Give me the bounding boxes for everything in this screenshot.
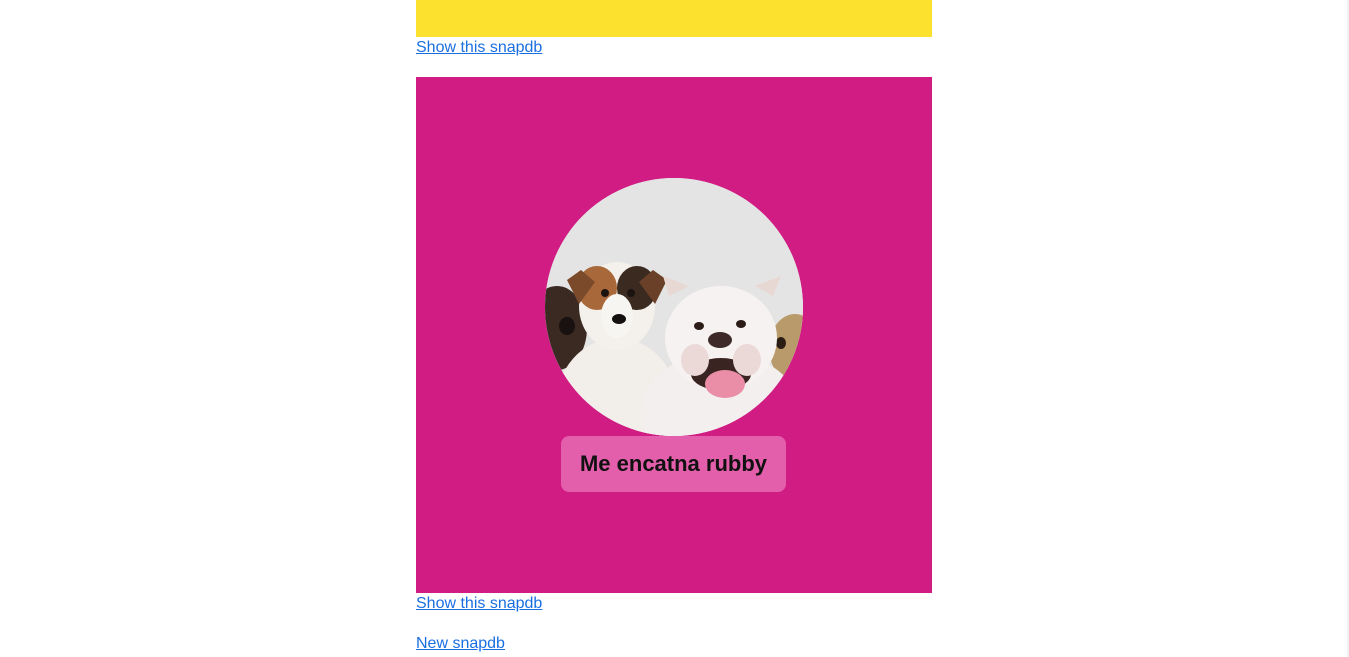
- show-snapdb-link-1[interactable]: Show this snapdb: [416, 38, 542, 58]
- new-snapdb-link[interactable]: New snapdb: [416, 634, 505, 654]
- snapdb-card: Me encatna rubby: [416, 77, 932, 593]
- page: Show this snapdb Me encatna rubby Show t…: [0, 0, 1349, 657]
- snapdb-card-top: [416, 0, 932, 37]
- snapdb-caption: Me encatna rubby: [561, 436, 786, 492]
- snapdb-list: Show this snapdb Me encatna rubby Show t…: [416, 0, 932, 652]
- show-snapdb-link-2[interactable]: Show this snapdb: [416, 594, 542, 614]
- dogs-photo: [545, 178, 803, 436]
